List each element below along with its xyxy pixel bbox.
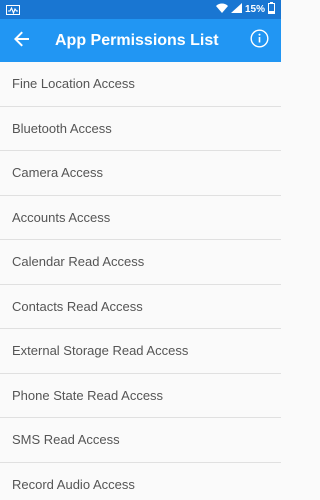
permission-item-phone-state-read[interactable]: Phone State Read Access (0, 373, 281, 418)
activity-icon (6, 0, 20, 19)
wifi-icon (215, 3, 228, 16)
permission-item-record-audio[interactable]: Record Audio Access (0, 462, 281, 500)
status-left (6, 0, 20, 19)
permission-list: Fine Location Access Bluetooth Access Ca… (0, 62, 281, 500)
app-bar: App Permissions List (0, 19, 281, 62)
back-button[interactable] (0, 19, 44, 62)
battery-percent: 15% (244, 4, 265, 15)
info-button[interactable] (237, 19, 281, 62)
permission-item-bluetooth[interactable]: Bluetooth Access (0, 106, 281, 151)
permission-item-sms-read[interactable]: SMS Read Access (0, 418, 281, 463)
status-bar: 15% (0, 0, 281, 19)
permission-item-fine-location[interactable]: Fine Location Access (0, 62, 281, 107)
status-right: 15% (215, 2, 275, 17)
battery-icon (268, 2, 275, 17)
signal-icon (230, 3, 242, 16)
permission-item-calendar-read[interactable]: Calendar Read Access (0, 240, 281, 285)
arrow-left-icon (14, 31, 30, 51)
info-icon (249, 29, 269, 52)
permission-item-external-storage-read[interactable]: External Storage Read Access (0, 329, 281, 374)
permission-item-contacts-read[interactable]: Contacts Read Access (0, 284, 281, 329)
page-title: App Permissions List (55, 31, 219, 49)
permission-item-camera[interactable]: Camera Access (0, 151, 281, 196)
permission-item-accounts[interactable]: Accounts Access (0, 195, 281, 240)
